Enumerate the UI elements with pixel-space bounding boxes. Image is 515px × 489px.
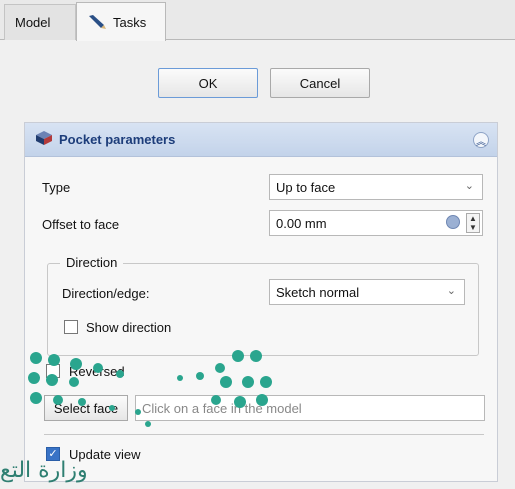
tab-bar: Model Tasks (0, 0, 515, 41)
show-direction-label: Show direction (86, 320, 172, 335)
direction-group: Direction Direction/edge: Sketch normal … (47, 255, 479, 356)
ok-button[interactable]: OK (158, 68, 258, 98)
tab-tasks-label: Tasks (113, 14, 147, 30)
dialog-button-row: OK Cancel (0, 60, 515, 110)
type-value: Up to face (276, 179, 336, 195)
reversed-checkbox[interactable] (46, 364, 60, 378)
show-direction-checkbox[interactable] (64, 320, 78, 334)
pocket-parameters-panel: Pocket parameters ︽ Type Up to face ⌄ Of… (24, 122, 498, 482)
reversed-label: Reversed (69, 364, 125, 379)
face-placeholder: Click on a face in the model (142, 400, 302, 416)
dropdown-arrow-icon: ⌄ (464, 180, 474, 192)
tab-model-label: Model (15, 15, 51, 30)
direction-edge-label: Direction/edge: (62, 286, 150, 301)
offset-label: Offset to face (42, 217, 120, 232)
reset-icon[interactable] (446, 215, 460, 229)
face-input[interactable]: Click on a face in the model (135, 395, 485, 421)
panel-header[interactable]: Pocket parameters ︽ (25, 123, 497, 157)
tab-model[interactable]: Model (4, 4, 76, 40)
direction-edge-value: Sketch normal (276, 284, 360, 300)
dropdown-arrow-icon: ⌄ (446, 285, 456, 297)
direction-edge-dropdown[interactable]: Sketch normal ⌄ (269, 279, 465, 305)
cancel-button[interactable]: Cancel (270, 68, 370, 98)
pencil-icon (87, 14, 107, 30)
watermark-text: وزارة التع (0, 458, 88, 483)
offset-input[interactable]: 0.00 mm ▲ ▼ (269, 210, 483, 236)
collapse-icon[interactable]: ︽ (473, 132, 489, 148)
separator (44, 434, 484, 435)
panel-title: Pocket parameters (59, 132, 176, 147)
tab-tasks[interactable]: Tasks (76, 2, 166, 41)
type-label: Type (42, 180, 71, 195)
spin-arrows-icon[interactable]: ▲ ▼ (466, 213, 480, 233)
pocket-icon (35, 130, 53, 149)
offset-value: 0.00 mm (276, 215, 327, 231)
type-dropdown[interactable]: Up to face ⌄ (269, 174, 483, 200)
direction-group-title: Direction (60, 255, 124, 270)
select-face-button[interactable]: Select face (44, 395, 128, 421)
